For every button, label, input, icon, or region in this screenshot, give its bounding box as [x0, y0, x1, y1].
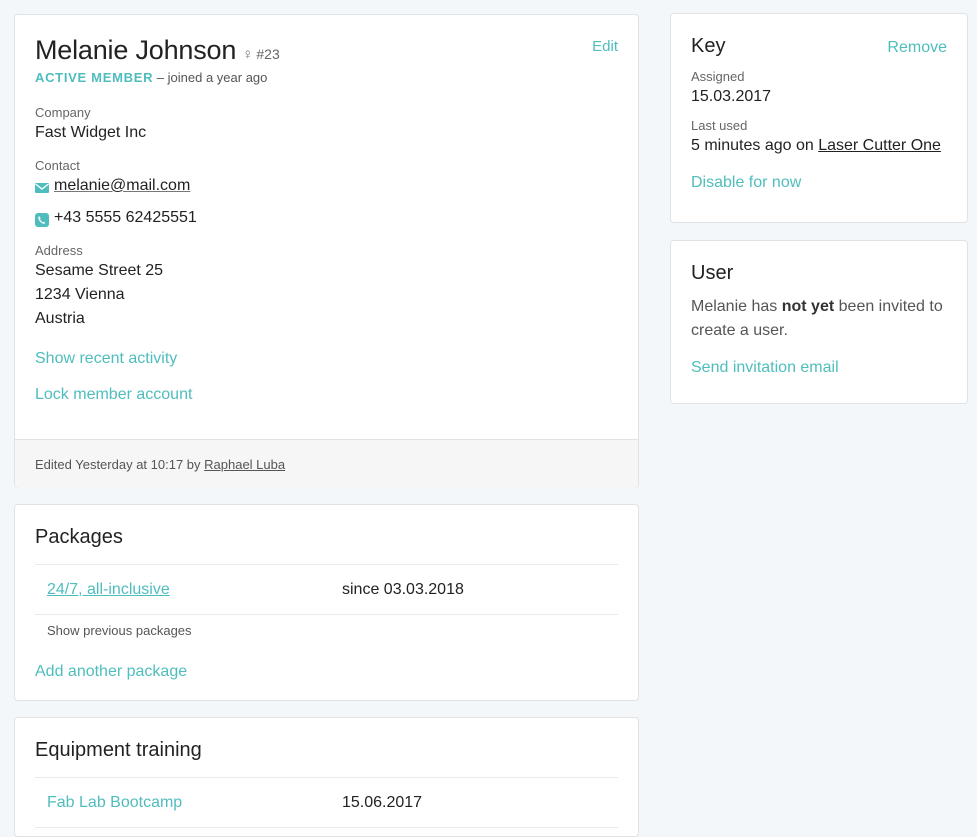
member-actions: Show recent activity Lock member account [35, 347, 618, 407]
member-status-row: ACTIVE MEMBER – joined a year ago [35, 70, 618, 85]
address-line-2: 1234 Vienna [35, 286, 125, 303]
email-link[interactable]: melanie@mail.com [54, 174, 190, 198]
edit-member-button[interactable]: Edit [592, 38, 618, 55]
packages-title: Packages [35, 526, 123, 548]
user-text-before: Melanie has [691, 298, 778, 315]
show-recent-activity-link[interactable]: Show recent activity [35, 347, 618, 371]
table-row: 24/7, all-inclusive since 03.03.2018 [35, 565, 618, 615]
add-package-link[interactable]: Add another package [35, 663, 618, 681]
remove-key-button[interactable]: Remove [887, 39, 947, 57]
contact-label: Contact [35, 158, 80, 173]
female-icon: ♀ [242, 46, 254, 63]
address-label: Address [35, 243, 83, 258]
training-title: Equipment training [35, 739, 202, 761]
member-number: #23 [256, 46, 280, 62]
editor-link[interactable]: Raphael Luba [204, 457, 285, 472]
disable-key-link[interactable]: Disable for now [691, 174, 947, 192]
company-label: Company [35, 105, 91, 120]
user-text-bold: not yet [781, 298, 835, 315]
address-line-1: Sesame Street 25 [35, 262, 164, 279]
phone-row: +43 5555 62425551 [35, 206, 618, 230]
last-used-label: Last used [691, 118, 748, 133]
user-title: User [691, 262, 734, 284]
company-value: Fast Widget Inc [35, 124, 147, 141]
send-invitation-link[interactable]: Send invitation email [691, 359, 947, 377]
training-table: Fab Lab Bootcamp 15.06.2017 [35, 777, 618, 828]
phone-icon [35, 211, 49, 227]
package-link[interactable]: 24/7, all-inclusive [47, 581, 170, 598]
phone-number: +43 5555 62425551 [54, 209, 197, 226]
packages-table: 24/7, all-inclusive since 03.03.2018 [35, 564, 618, 615]
address-line-3: Austria [35, 310, 85, 327]
envelope-icon [35, 179, 49, 193]
edited-text: Edited Yesterday at 10:17 by [35, 457, 201, 472]
key-title: Key [691, 35, 726, 57]
training-link[interactable]: Fab Lab Bootcamp [47, 794, 182, 811]
show-previous-packages-link[interactable]: Show previous packages [35, 623, 618, 638]
member-name: Melanie Johnson [35, 35, 237, 65]
member-footer: Edited Yesterday at 10:17 by Raphael Lub… [15, 439, 638, 488]
packages-card: Packages 24/7, all-inclusive since 03.03… [14, 504, 639, 701]
table-row: Fab Lab Bootcamp 15.06.2017 [35, 778, 618, 828]
key-header: Key Remove [691, 34, 947, 58]
member-card: Melanie Johnson ♀ #23 Edit ACTIVE MEMBER… [14, 14, 639, 488]
training-date: 15.06.2017 [342, 793, 423, 811]
email-row: melanie@mail.com [35, 174, 618, 198]
user-card: User Melanie has not yet been invited to… [670, 240, 968, 404]
lock-member-account-link[interactable]: Lock member account [35, 383, 618, 407]
assigned-label: Assigned [691, 69, 745, 84]
assigned-value: 15.03.2017 [691, 88, 772, 105]
member-header: Melanie Johnson ♀ #23 [35, 35, 618, 66]
package-since: since 03.03.2018 [342, 580, 464, 598]
training-card: Equipment training Fab Lab Bootcamp 15.0… [14, 717, 639, 837]
last-used-text: 5 minutes ago on [691, 137, 814, 154]
last-used-value: 5 minutes ago on Laser Cutter One [691, 134, 947, 158]
user-status-text: Melanie has not yet been invited to crea… [691, 295, 947, 343]
joined-text: – joined a year ago [156, 70, 268, 85]
device-link[interactable]: Laser Cutter One [818, 137, 941, 154]
key-card: Key Remove Assigned 15.03.2017 Last used… [670, 13, 968, 223]
member-body: Melanie Johnson ♀ #23 Edit ACTIVE MEMBER… [15, 15, 638, 439]
status-badge: ACTIVE MEMBER [35, 70, 154, 85]
